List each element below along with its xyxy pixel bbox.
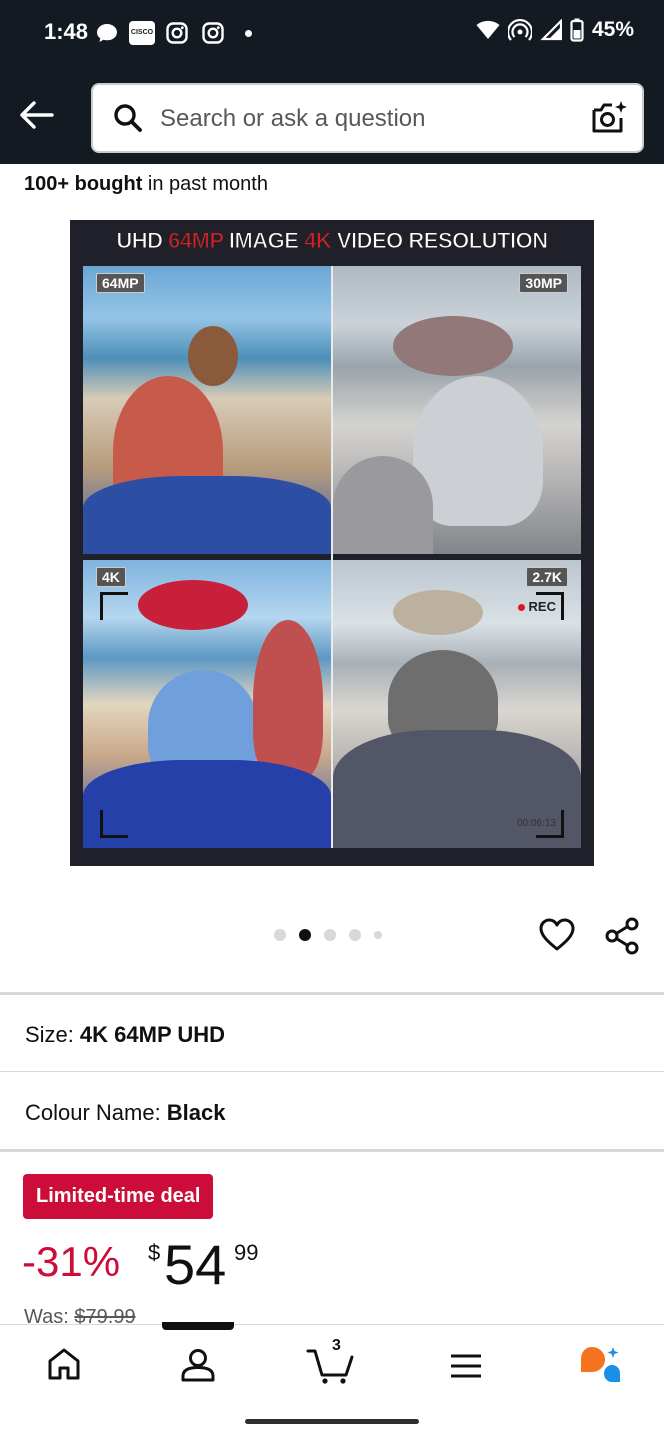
size-selector[interactable]: Size: 4K 64MP UHD [25, 1022, 225, 1048]
chat-icon [97, 24, 117, 42]
account-icon[interactable] [180, 1347, 216, 1383]
camera-search-icon[interactable] [590, 100, 628, 136]
price-whole: 54 [164, 1233, 227, 1296]
bottom-nav: 3 [0, 1322, 664, 1440]
cart-icon [306, 1349, 354, 1384]
hotspot-icon [507, 19, 532, 41]
frame-corner-icon [536, 810, 564, 838]
instagram-icon [166, 22, 188, 44]
size-label: Size: [25, 1022, 74, 1047]
price-fraction: 99 [234, 1240, 259, 1265]
price-currency: $ [148, 1240, 161, 1265]
colour-selector[interactable]: Colour Name: Black [25, 1100, 225, 1126]
back-arrow-icon[interactable] [16, 98, 56, 132]
photo-quadrant-top-left [83, 266, 331, 554]
signal-icon [540, 19, 562, 41]
resolution-tag-30mp: 30MP [519, 273, 568, 293]
cisco-icon: CISCO [129, 21, 155, 45]
battery-percent: 45% [591, 18, 634, 41]
row-divider [0, 1071, 664, 1072]
gesture-home-bar[interactable] [245, 1419, 419, 1424]
resolution-tag-4k: 4K [96, 567, 126, 587]
banner-text-5: VIDEO RESOLUTION [331, 228, 548, 254]
frame-corner-icon [536, 592, 564, 620]
resolution-tag-64mp: 64MP [96, 273, 145, 293]
image-banner-title: UHD 64MP IMAGE 4K VIDEO RESOLUTION [70, 228, 594, 254]
cart-button[interactable]: 3 [306, 1337, 356, 1385]
wifi-icon [476, 20, 500, 39]
bought-count-bold: 100+ bought [24, 173, 143, 195]
banner-text-4: 4K [304, 228, 333, 254]
share-icon[interactable] [604, 917, 640, 955]
carousel-dot-active[interactable] [299, 929, 311, 941]
photo-quadrant-top-right [333, 266, 581, 554]
status-bar: 1:48 CISCO 45% [0, 0, 664, 66]
colour-value: Black [166, 1100, 226, 1125]
section-divider [0, 1149, 664, 1152]
status-right: 45% [476, 18, 634, 42]
status-time: 1:48 [44, 19, 89, 44]
carousel-indicator[interactable] [274, 929, 382, 941]
banner-text-2: 64MP [168, 228, 225, 254]
discount-percent: -31% [22, 1238, 121, 1285]
frame-corner-icon [100, 592, 128, 620]
size-value: 4K 64MP UHD [79, 1022, 226, 1047]
comparison-divider [331, 266, 333, 848]
instagram-icon [202, 22, 224, 44]
banner-text-1: UHD [116, 228, 169, 254]
wishlist-heart-icon[interactable] [539, 918, 575, 952]
menu-icon[interactable] [450, 1353, 482, 1379]
section-divider [0, 992, 664, 995]
rufus-assistant-icon[interactable] [578, 1345, 622, 1385]
limited-time-deal-badge: Limited-time deal [23, 1174, 214, 1219]
banner-text-3: IMAGE [223, 228, 305, 254]
carousel-dot[interactable] [274, 929, 286, 941]
carousel-dot[interactable] [349, 929, 361, 941]
search-input[interactable]: Search or ask a question [91, 83, 644, 153]
home-icon[interactable] [47, 1347, 81, 1381]
bought-count: 100+ bought in past month [24, 173, 268, 196]
search-header: Search or ask a question [0, 66, 664, 164]
cart-count: 3 [332, 1337, 341, 1354]
product-image[interactable]: UHD 64MP IMAGE 4K VIDEO RESOLUTION 64MP … [70, 220, 594, 866]
resolution-tag-2-7k: 2.7K [526, 567, 568, 587]
search-placeholder: Search or ask a question [160, 105, 426, 132]
carousel-dot[interactable] [374, 931, 382, 939]
battery-icon [570, 18, 584, 42]
colour-label: Colour Name: [25, 1100, 161, 1125]
search-icon [114, 104, 142, 132]
carousel-dot[interactable] [324, 929, 336, 941]
nav-active-indicator [162, 1322, 234, 1330]
bought-count-rest: in past month [142, 173, 268, 195]
dot-icon [245, 30, 252, 37]
frame-corner-icon [100, 810, 128, 838]
